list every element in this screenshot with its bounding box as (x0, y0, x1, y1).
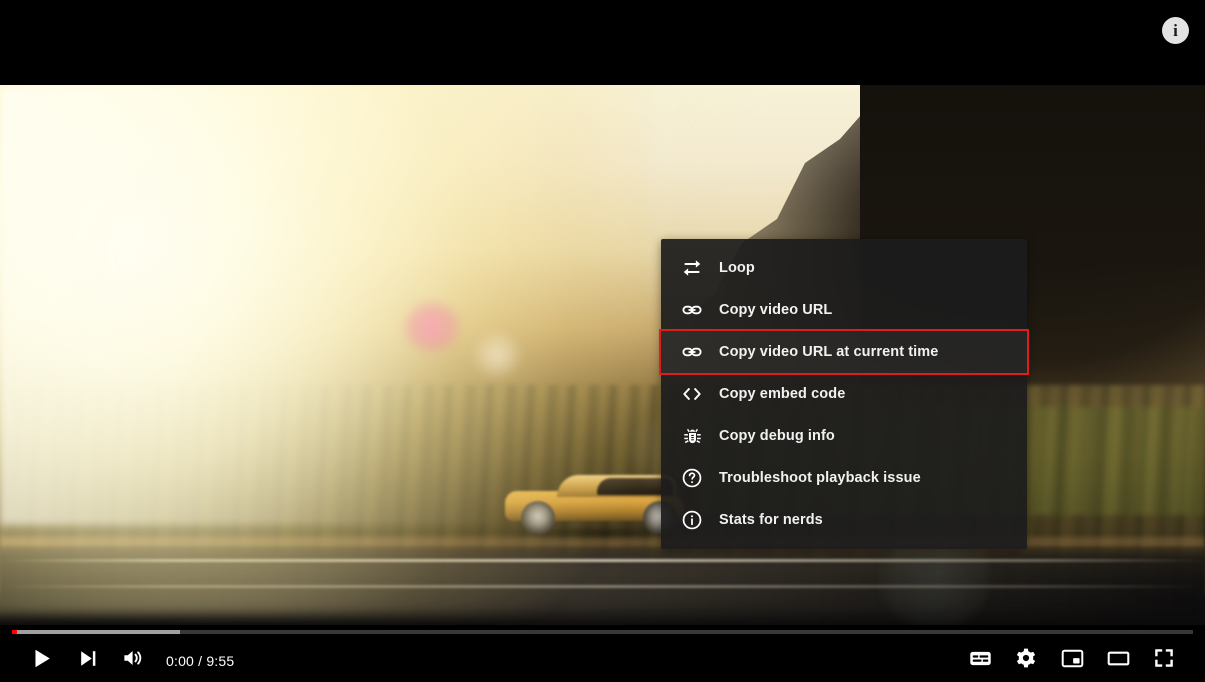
miniplayer-button[interactable] (1049, 639, 1095, 682)
menu-item-label: Copy embed code (719, 386, 846, 402)
menu-item-label: Copy video URL at current time (719, 344, 939, 360)
subtitles-icon (968, 646, 993, 676)
info-button-glyph: i (1173, 20, 1178, 40)
menu-item-copy-video-url[interactable]: Copy video URL (661, 289, 1027, 331)
settings-button[interactable] (1003, 639, 1049, 682)
progress-bar[interactable] (12, 630, 1193, 634)
progress-played (12, 630, 18, 634)
menu-item-copy-embed-code[interactable]: Copy embed code (661, 373, 1027, 415)
menu-item-label: Copy video URL (719, 302, 833, 318)
next-track-icon (76, 647, 99, 675)
link-icon (677, 340, 707, 364)
next-button[interactable] (64, 639, 110, 682)
lens-flare-ghost (474, 333, 520, 377)
bug-icon (677, 424, 707, 448)
menu-item-copy-video-url-at-current-time[interactable]: Copy video URL at current time (659, 329, 1029, 375)
info-circle-icon (677, 508, 707, 532)
progress-buffered (12, 630, 180, 634)
loop-icon (677, 256, 707, 280)
info-icon[interactable]: i (1162, 17, 1189, 44)
youtube-video-player: HaSanMDD (0, 0, 1205, 682)
menu-item-stats-for-nerds[interactable]: Stats for nerds (661, 499, 1027, 541)
menu-item-copy-debug-info[interactable]: Copy debug info (661, 415, 1027, 457)
menu-item-troubleshoot-playback-issue[interactable]: Troubleshoot playback issue (661, 457, 1027, 499)
control-row: 0:00 / 9:55 (0, 639, 1205, 682)
code-brackets-icon (677, 382, 707, 406)
volume-button[interactable] (110, 639, 156, 682)
fullscreen-button[interactable] (1141, 639, 1187, 682)
lens-flare-ghost (404, 303, 460, 351)
time-display: 0:00 / 9:55 (166, 652, 235, 669)
menu-item-label: Stats for nerds (719, 512, 823, 528)
play-icon (29, 646, 54, 676)
gear-icon (1014, 646, 1038, 675)
menu-item-label: Copy debug info (719, 428, 835, 444)
control-right-group (957, 639, 1205, 682)
lens-flare-streak (0, 555, 1205, 615)
volume-icon (121, 646, 145, 675)
theater-icon (1106, 646, 1131, 676)
play-button[interactable] (18, 639, 64, 682)
theater-button[interactable] (1095, 639, 1141, 682)
control-left-group: 0:00 / 9:55 (0, 639, 234, 682)
question-circle-icon (677, 466, 707, 490)
fullscreen-icon (1152, 646, 1176, 675)
miniplayer-icon (1060, 646, 1085, 676)
link-icon (677, 298, 707, 322)
subtitles-button[interactable] (957, 639, 1003, 682)
video-context-menu[interactable]: Loop Copy video URL Copy video URL at cu… (659, 239, 1029, 549)
progress-track (12, 630, 1193, 634)
menu-item-loop[interactable]: Loop (661, 247, 1027, 289)
menu-item-label: Troubleshoot playback issue (719, 470, 921, 486)
player-control-bar: 0:00 / 9:55 (0, 625, 1205, 682)
menu-item-label: Loop (719, 260, 755, 276)
